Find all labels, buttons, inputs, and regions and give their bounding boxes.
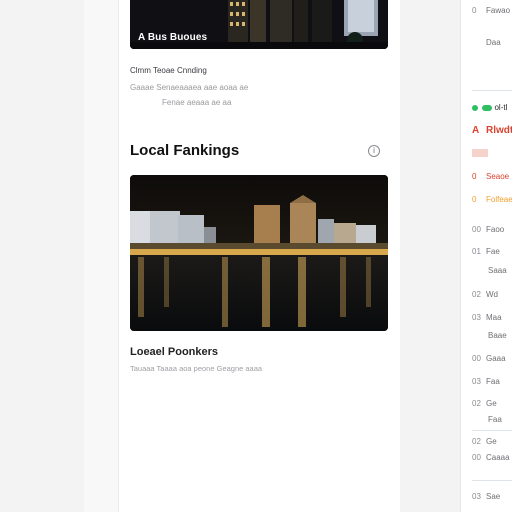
top-card-image[interactable]: A Bus Buoues bbox=[130, 0, 388, 49]
sidebar-item-num: 03 bbox=[472, 492, 481, 501]
sidebar-divider bbox=[472, 90, 512, 91]
sidebar-item-label: Gaaa bbox=[486, 354, 506, 363]
sidebar-item-num: 00 bbox=[472, 225, 481, 234]
status-pill-icon bbox=[482, 104, 493, 111]
right-sidebar bbox=[460, 0, 512, 512]
sidebar-item-label: Faoo bbox=[486, 225, 505, 234]
sidebar-item[interactable]: 00 Gaaa bbox=[472, 354, 506, 363]
info-icon[interactable]: i bbox=[368, 145, 380, 157]
sidebar-item[interactable]: 0 Fawao bbox=[472, 6, 510, 15]
sidebar-item-num: 02 bbox=[472, 437, 481, 446]
sidebar-item-alert[interactable]: A Rlwdt bbox=[472, 125, 512, 136]
sidebar-item-label: Ge bbox=[486, 437, 497, 446]
sidebar-item-label: Saaa bbox=[488, 266, 507, 275]
sidebar-item[interactable]: 00 Caaaa bbox=[472, 453, 510, 462]
sidebar-item[interactable]: 02 Ge bbox=[472, 399, 497, 408]
sidebar-item[interactable]: 03 Maa bbox=[472, 313, 502, 322]
sidebar-item[interactable]: 00 Faoo bbox=[472, 225, 504, 234]
sidebar-item-label: Faa bbox=[488, 415, 502, 424]
sidebar-item-num: A bbox=[472, 125, 480, 136]
sidebar-item[interactable]: Baae bbox=[488, 331, 507, 340]
sidebar-item-label: Rlwdt bbox=[486, 125, 512, 136]
sidebar-item-num: 00 bbox=[472, 453, 481, 462]
status-dot-icon bbox=[472, 104, 478, 111]
top-card-caption: A Bus Buoues bbox=[138, 32, 208, 43]
sidebar-item[interactable]: 02 Ge bbox=[472, 437, 497, 446]
right-gutter bbox=[400, 0, 460, 512]
sidebar-item-label: Fae bbox=[486, 247, 500, 256]
sidebar-item-label: Folfeae bbox=[486, 195, 512, 204]
sidebar-item-label: Baae bbox=[488, 331, 507, 340]
section-title: Local Fankings bbox=[130, 142, 240, 159]
sidebar-item[interactable]: 03 Faa bbox=[472, 377, 500, 386]
sidebar-status-item[interactable]: ol-tl bbox=[472, 103, 507, 112]
sidebar-item-label: Seaoe bbox=[486, 172, 510, 181]
sidebar-item-num: 03 bbox=[472, 377, 481, 386]
sidebar-item[interactable]: 02 Wd bbox=[472, 290, 498, 299]
top-card-detail: Gaaae Senaeaaaea aae aoaa ae bbox=[130, 83, 249, 92]
sidebar-item[interactable]: Daa bbox=[472, 38, 501, 47]
left-gutter bbox=[84, 0, 118, 512]
sidebar-item-label: Fawao bbox=[486, 6, 511, 15]
sidebar-item-num: 0 bbox=[472, 195, 477, 204]
sidebar-divider bbox=[472, 430, 512, 431]
top-card-footer: Fenae aeaaa ae aa bbox=[162, 98, 232, 107]
sidebar-item-label: Wd bbox=[486, 290, 498, 299]
sidebar-item-label: Daa bbox=[486, 38, 501, 47]
sidebar-item-num: 0 bbox=[472, 6, 477, 15]
sidebar-item-label: ol-tl bbox=[494, 103, 508, 112]
skyline-image bbox=[130, 175, 388, 331]
sidebar-item-num: 02 bbox=[472, 290, 481, 299]
sidebar-item[interactable]: 03 Sae bbox=[472, 492, 500, 501]
sidebar-item-label: Caaaa bbox=[486, 453, 510, 462]
main-card-title[interactable]: Loeael Poonkers bbox=[130, 346, 218, 358]
top-card-meta: Clmm Teoae Cnnding bbox=[130, 66, 207, 75]
sidebar-item[interactable]: 0 Folfeae bbox=[472, 195, 512, 204]
sidebar-item-num: 01 bbox=[472, 247, 481, 256]
sidebar-item[interactable]: Faa bbox=[488, 415, 502, 424]
sidebar-item-num: 0 bbox=[472, 172, 477, 181]
sidebar-item-num: 03 bbox=[472, 313, 481, 322]
main-card-subtitle: Tauaaa Taaaa aoa peone Geagne aaaa bbox=[130, 364, 263, 373]
main-card-image[interactable] bbox=[130, 175, 388, 331]
sidebar-item[interactable]: 01 Fae bbox=[472, 247, 500, 256]
sidebar-item[interactable]: 0 Seaoe bbox=[472, 172, 509, 181]
sidebar-item-num: 00 bbox=[472, 354, 481, 363]
sidebar-alert-bar bbox=[472, 149, 488, 157]
sidebar-item-num: 02 bbox=[472, 399, 481, 408]
sidebar-item-label: Faa bbox=[486, 377, 500, 386]
left-background bbox=[0, 0, 85, 512]
sidebar-divider bbox=[472, 480, 512, 481]
sidebar-item-label: Ge bbox=[486, 399, 497, 408]
sidebar-item[interactable]: Saaa bbox=[488, 266, 507, 275]
sidebar-item-label: Sae bbox=[486, 492, 501, 501]
sidebar-item-label: Maa bbox=[486, 313, 502, 322]
